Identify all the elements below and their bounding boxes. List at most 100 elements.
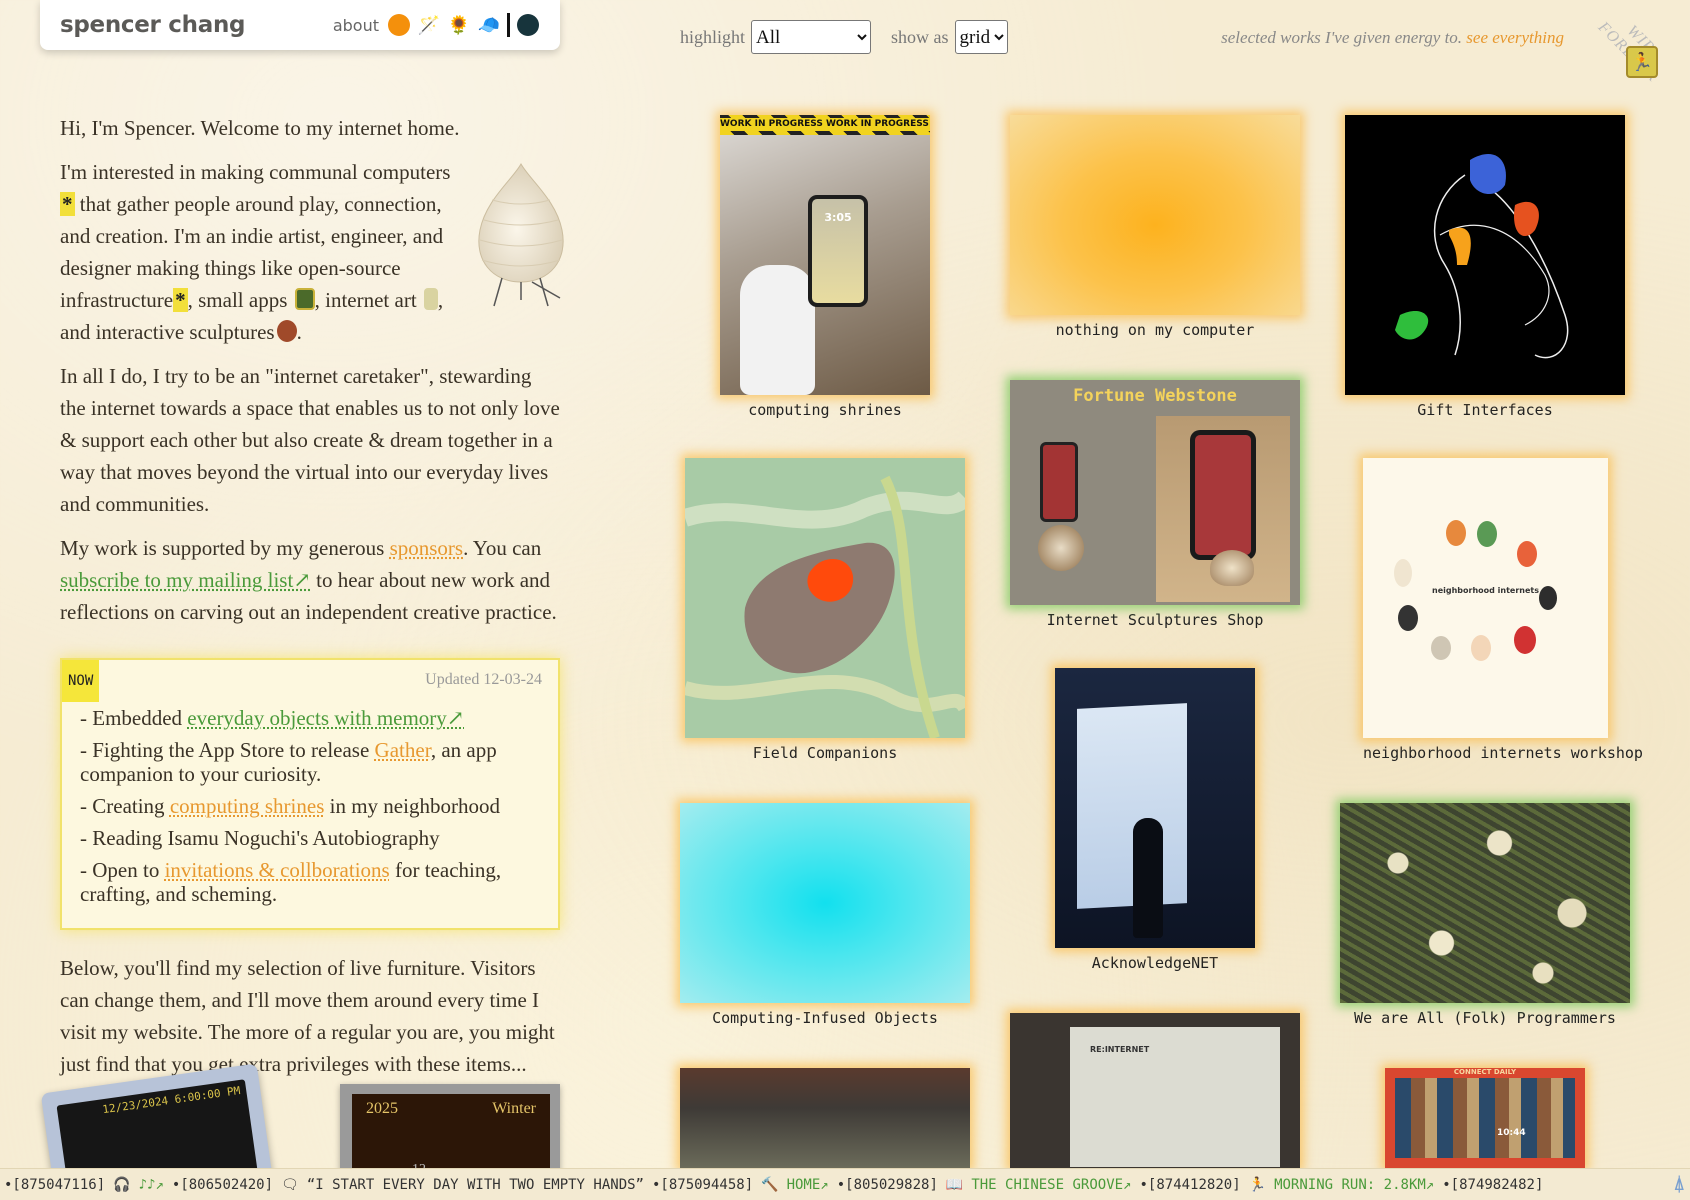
thumb-calendar-mosaic: CONNECT DAILY 10:44 <box>1385 1068 1585 1168</box>
card-title: Internet Sculptures Shop <box>1046 611 1264 629</box>
now-link[interactable]: everyday objects with memory↗ <box>187 706 464 730</box>
card-title: Computing-Infused Objects <box>712 1009 938 1027</box>
app-icon[interactable] <box>294 288 315 310</box>
now-text: - Open to <box>80 858 160 882</box>
gallery-card-folk-programmers[interactable]: We are All (Folk) Programmers <box>1340 803 1630 1027</box>
headphones-icon: 🎧 <box>113 1176 131 1193</box>
ticker-link[interactable]: ♪♪↗ <box>139 1177 164 1193</box>
highlight-select[interactable]: All <box>751 20 872 54</box>
now-text: - Creating <box>80 794 165 818</box>
nav-divider <box>507 13 510 37</box>
thumb-acknowledgenet <box>1055 668 1255 948</box>
sculpture-icon[interactable] <box>276 320 297 342</box>
gallery-card-calendar-mosaic[interactable]: CONNECT DAILY 10:44 <box>1385 1068 1585 1168</box>
paper-lamp-icon[interactable] <box>472 160 570 310</box>
clock-time: 12/23/2024 6:00:00 PM <box>101 1084 242 1117</box>
support-paragraph: My work is supported by my generous spon… <box>60 532 560 628</box>
visitor-silhouette <box>1133 818 1163 938</box>
ticker-link[interactable]: THE CHINESE GROOVE↗ <box>971 1177 1131 1193</box>
ticker-quote: “I START EVERY DAY WITH TWO EMPTY HANDS” <box>306 1176 644 1193</box>
gallery-card-talk[interactable]: RE:INTERNET <box>1010 1013 1300 1168</box>
asterisk-link[interactable]: * <box>60 192 75 216</box>
gallery-card-internet-sculptures-shop[interactable]: Fortune Webstone Internet Sculptures Sho… <box>1010 380 1300 629</box>
see-everything-link[interactable]: see everything <box>1466 28 1564 47</box>
orange-circle-icon[interactable] <box>387 13 411 37</box>
thumb-computing-infused-objects <box>680 803 970 1003</box>
now-link[interactable]: Gather <box>375 738 431 762</box>
ticker-id: •[805029828] <box>836 1176 938 1193</box>
calendar-season: Winter <box>492 1100 536 1117</box>
now-item: - Creating computing shrines in my neigh… <box>80 794 542 818</box>
now-box: NOW Updated 12-03-24 - Embedded everyday… <box>60 658 560 930</box>
now-link[interactable]: invitations & collborations <box>165 858 390 882</box>
gallery-card-acknowledgenet[interactable]: AcknowledgeNET <box>1055 668 1255 972</box>
dark-circle-icon[interactable] <box>516 13 540 37</box>
runner-icon: 🏃 <box>1248 1176 1267 1193</box>
glove-shape <box>740 265 815 395</box>
large-phone <box>1190 430 1256 560</box>
intro-column: Hi, I'm Spencer. Welcome to my internet … <box>60 112 564 1092</box>
showas-select[interactable]: grid <box>954 20 1008 54</box>
intro-text: , internet art <box>314 288 417 312</box>
sponsors-link[interactable]: sponsors <box>390 536 464 560</box>
sunflower-icon[interactable]: 🌻 <box>447 13 471 37</box>
intro-text: I'm interested in making communal comput… <box>60 160 451 184</box>
intro-text: . <box>296 320 302 344</box>
card-title: nothing on my computer <box>1055 321 1255 339</box>
now-text: - Reading Isamu Noguchi's Autobiography <box>80 826 440 850</box>
card-title: Field Companions <box>752 744 898 762</box>
thumb-gift-interfaces <box>1345 115 1625 395</box>
gallery-card-nothing-on-my-computer[interactable]: nothing on my computer <box>1010 115 1300 339</box>
gallery-card-neighborhood-internets-workshop[interactable]: neighborhood internets neighborhood inte… <box>1363 458 1643 762</box>
site-title[interactable]: spencer chang <box>60 12 245 38</box>
stone-large <box>1210 550 1254 586</box>
gallery-card-group-photo[interactable] <box>680 1068 970 1168</box>
runner-icon[interactable]: 🏃 <box>1626 46 1658 78</box>
thumb-group-photo <box>680 1068 970 1168</box>
gallery-controls: highlight All show as grid <box>680 20 1028 54</box>
phone-time: 3:05 <box>812 199 864 303</box>
gift-illustration <box>1395 154 1569 359</box>
art-icon[interactable] <box>423 288 438 310</box>
wip-corner: WIPFOREVER 🏃 <box>1570 0 1690 120</box>
now-item: - Reading Isamu Noguchi's Autobiography <box>80 826 542 850</box>
furniture-paragraph: Below, you'll find my selection of live … <box>60 956 555 1076</box>
about-link[interactable]: about <box>333 16 379 35</box>
ticker-id: •[806502420] <box>171 1176 274 1193</box>
card-title: We are All (Folk) Programmers <box>1354 1009 1616 1027</box>
ticker-id: •[874412820] <box>1139 1176 1241 1193</box>
gallery-card-computing-shrines[interactable]: WORK IN PROGRESS WORK IN PROGRESS WO 3:0… <box>720 115 930 419</box>
ticker-link[interactable]: MORNING RUN: 2.8KM↗ <box>1274 1177 1434 1193</box>
projection-screen <box>1077 703 1187 909</box>
now-text: in my neighborhood <box>329 794 500 818</box>
mosaic-banner: CONNECT DAILY <box>1453 1068 1517 1076</box>
thumb-internet-sculptures-shop: Fortune Webstone <box>1010 380 1300 605</box>
gallery-card-gift-interfaces[interactable]: Gift Interfaces <box>1345 115 1625 419</box>
top-nav: about 🪄 🌻 🧢 <box>333 13 540 37</box>
fortune-title: Fortune Webstone <box>1073 386 1237 406</box>
thumb-field-companions <box>685 458 965 738</box>
mailing-list-link[interactable]: subscribe to my mailing list↗ <box>60 568 311 592</box>
tagline-text: selected works I've given energy to. <box>1221 28 1463 47</box>
ticker-link[interactable]: HOME↗ <box>787 1177 829 1193</box>
stone-small <box>1038 525 1084 571</box>
ticker-id: •[874982482] <box>1442 1176 1544 1193</box>
gallery-card-field-companions[interactable]: Field Companions <box>685 458 965 762</box>
book-icon: 📖 <box>945 1176 964 1193</box>
now-link[interactable]: computing shrines <box>170 794 325 818</box>
intro-text: , <box>437 288 444 312</box>
mosaic-grid <box>1395 1078 1575 1158</box>
now-text: - Embedded <box>80 706 183 730</box>
accessibility-icon[interactable]: ⍋ <box>1674 1175 1684 1194</box>
gallery-card-computing-infused-objects[interactable]: Computing-Infused Objects <box>680 803 970 1027</box>
magic-wand-icon[interactable]: 🪄 <box>417 13 441 37</box>
asterisk-link[interactable]: * <box>173 288 188 312</box>
tagline: selected works I've given energy to. see… <box>1221 28 1564 48</box>
now-text: - Fighting the App Store to release <box>80 738 370 762</box>
now-list: - Embedded everyday objects with memory↗… <box>80 706 542 906</box>
thumb-folk-programmers <box>1340 803 1630 1003</box>
ticker-id: •[875094458] <box>651 1176 754 1193</box>
cap-icon[interactable]: 🧢 <box>477 13 501 37</box>
wip-tape-text: WORK IN PROGRESS WORK IN PROGRESS WO <box>720 118 930 131</box>
ticker-id: •[875047116] <box>4 1176 106 1193</box>
